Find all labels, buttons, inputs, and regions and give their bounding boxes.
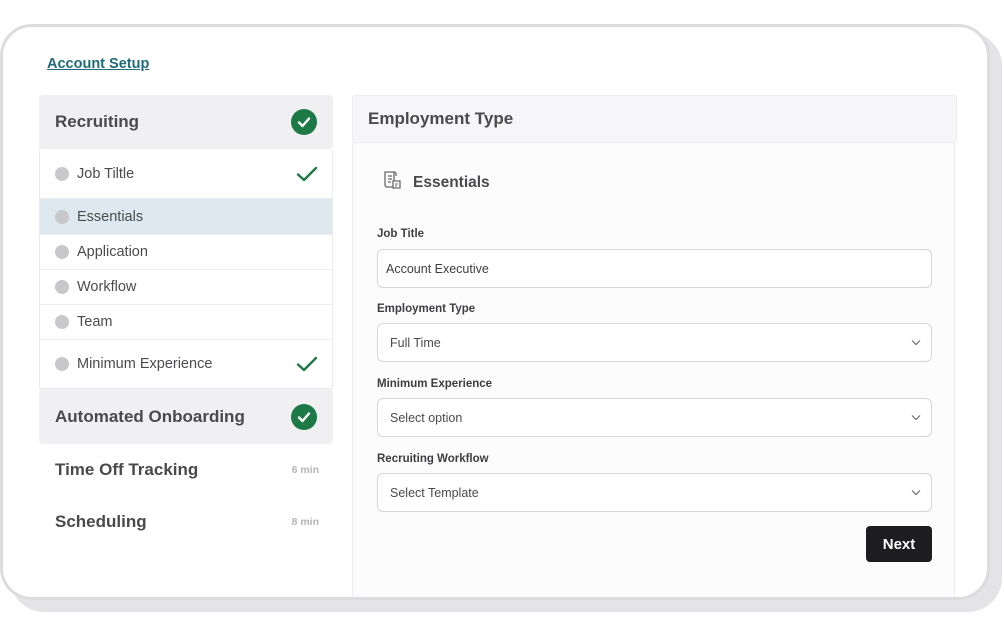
step-dot-icon: [55, 245, 69, 259]
minimum-experience-select[interactable]: Select option: [377, 398, 932, 437]
section-recruiting-title: Recruiting: [55, 112, 140, 131]
duration-badge: 8 min: [291, 516, 319, 528]
employment-type-label: Employment Type: [377, 303, 476, 315]
step-job-title[interactable]: Job Tiltle: [40, 149, 332, 199]
app-window: Account Setup Recruiting Job Tiltle Esse…: [0, 24, 990, 600]
section-onboarding-title: Automated Onboarding: [55, 406, 245, 426]
step-workflow[interactable]: Workflow: [40, 270, 332, 305]
chevron-down-icon: [911, 490, 921, 496]
step-minimum-experience[interactable]: Minimum Experience: [40, 340, 332, 389]
chevron-down-icon: [911, 415, 921, 421]
account-setup-link[interactable]: Account Setup: [47, 56, 149, 72]
job-title-label: Job Title: [377, 228, 425, 240]
section-scheduling-title: Scheduling: [55, 512, 147, 531]
section-scheduling[interactable]: Scheduling 8 min: [39, 496, 333, 548]
check-circle-icon: [291, 403, 317, 430]
section-time-off-tracking[interactable]: Time Off Tracking 6 min: [39, 444, 333, 496]
employment-type-select[interactable]: Full Time: [377, 323, 932, 362]
minimum-experience-label: Minimum Experience: [377, 378, 493, 390]
document-stack-icon: [381, 169, 403, 196]
panel-title: Employment Type: [368, 109, 514, 128]
recruiting-steps: Job Tiltle Essentials Application Workfl…: [39, 149, 333, 389]
next-button[interactable]: Next: [866, 526, 932, 562]
recruiting-workflow-select[interactable]: Select Template: [377, 473, 932, 512]
step-label: Minimum Experience: [77, 356, 213, 372]
job-title-input[interactable]: [386, 261, 921, 276]
duration-badge: 6 min: [291, 464, 319, 476]
essentials-heading: Essentials: [381, 169, 490, 196]
form-panel: Essentials Job Title Employment Type Ful…: [352, 143, 955, 597]
step-dot-icon: [55, 166, 69, 181]
step-label: Job Tiltle: [77, 165, 135, 182]
step-essentials[interactable]: Essentials: [40, 199, 332, 235]
section-automated-onboarding[interactable]: Automated Onboarding: [39, 389, 333, 444]
step-application[interactable]: Application: [40, 235, 332, 270]
step-dot-icon: [55, 315, 69, 329]
employment-type-value: Full Time: [390, 335, 441, 350]
section-time-off-title: Time Off Tracking: [55, 460, 199, 479]
setup-sidebar: Recruiting Job Tiltle Essentials Applica…: [39, 95, 333, 548]
job-title-field[interactable]: [377, 249, 932, 288]
section-recruiting[interactable]: Recruiting: [39, 95, 333, 149]
check-circle-icon: [291, 109, 317, 135]
essentials-title: Essentials: [413, 173, 490, 191]
checkmark-icon: [296, 356, 318, 372]
panel-header: Employment Type: [352, 95, 957, 143]
step-label: Essentials: [77, 208, 144, 225]
step-label: Workflow: [77, 279, 137, 295]
step-dot-icon: [55, 209, 69, 224]
step-dot-icon: [55, 357, 69, 371]
checkmark-icon: [296, 166, 318, 181]
step-label: Application: [77, 244, 148, 260]
step-dot-icon: [55, 280, 69, 294]
step-label: Team: [77, 314, 113, 330]
step-team[interactable]: Team: [40, 305, 332, 340]
minimum-experience-value: Select option: [390, 410, 463, 425]
recruiting-workflow-value: Select Template: [390, 485, 479, 500]
recruiting-workflow-label: Recruiting Workflow: [377, 453, 489, 465]
chevron-down-icon: [911, 340, 921, 346]
